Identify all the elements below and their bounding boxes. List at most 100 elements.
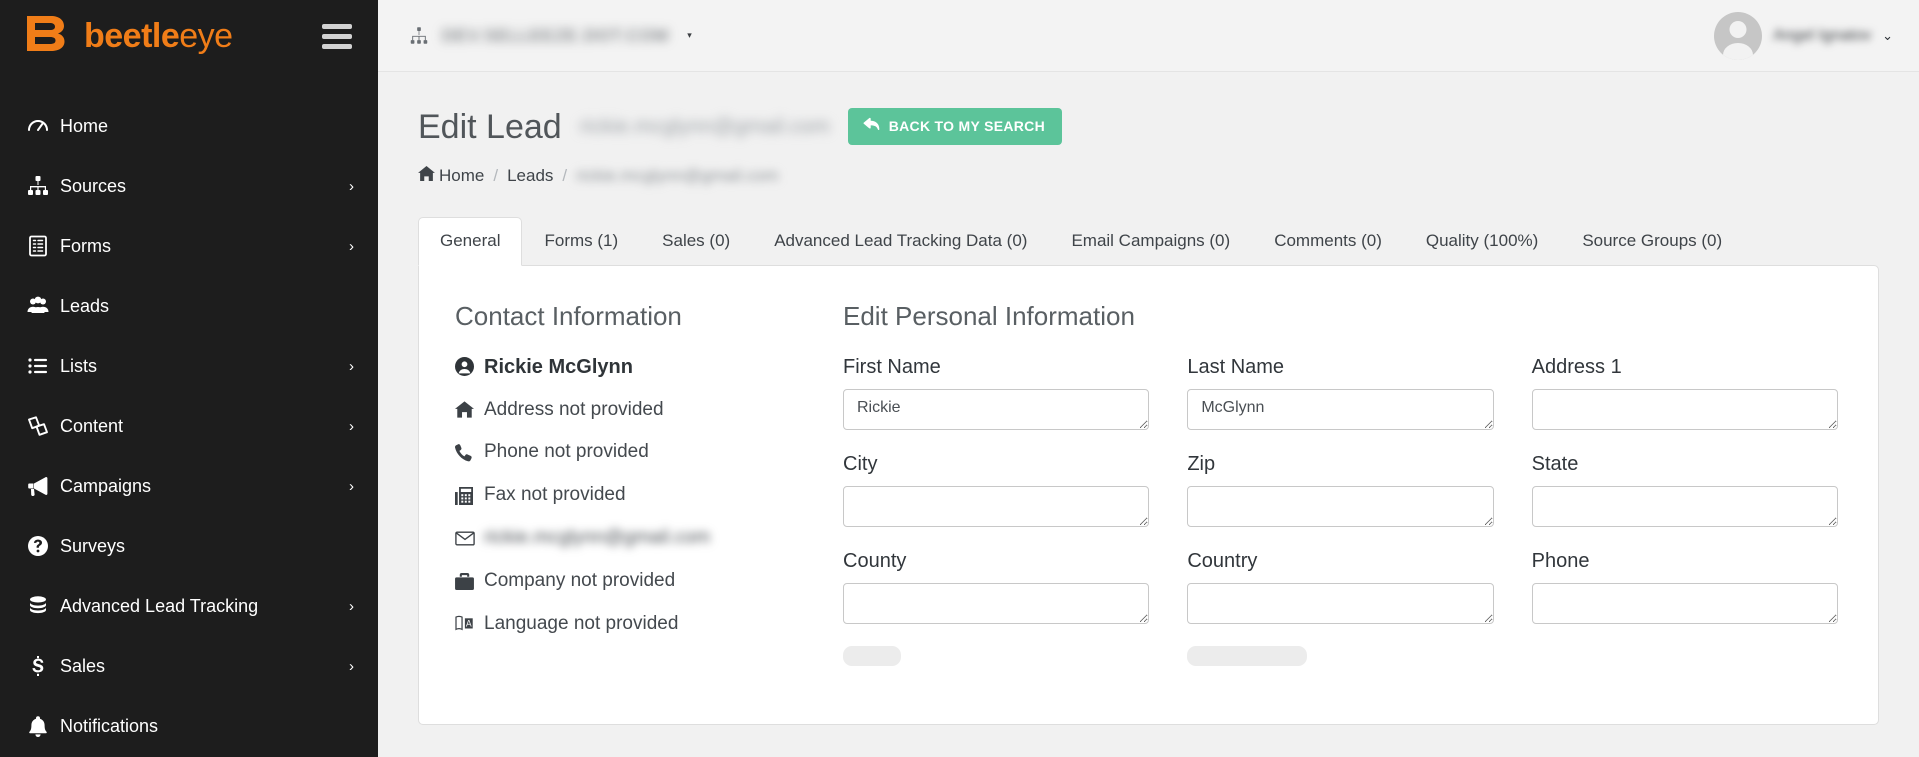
field-label: Zip bbox=[1187, 452, 1216, 475]
state-input[interactable] bbox=[1531, 485, 1838, 527]
envelope-icon bbox=[455, 531, 476, 546]
user-circle-icon bbox=[455, 357, 476, 377]
brand-name-bold: beetle bbox=[84, 17, 180, 55]
sidebar-item-label: Campaigns bbox=[60, 475, 152, 496]
form-document-icon bbox=[26, 234, 60, 258]
hamburger-icon[interactable] bbox=[322, 23, 352, 49]
general-tab-panel: Contact Information Rickie McGlynn Addre… bbox=[418, 265, 1879, 725]
hamburger-bar bbox=[322, 23, 352, 29]
chevron-down-icon: ⌄ bbox=[1882, 27, 1893, 43]
field-label: Address 1 bbox=[1531, 355, 1622, 378]
last-name-input[interactable] bbox=[1187, 388, 1494, 430]
app-root: beetleeye Home Sources › Forms › Leads L… bbox=[0, 0, 1919, 757]
county-input[interactable] bbox=[843, 582, 1150, 624]
tab-forms[interactable]: Forms (1) bbox=[522, 217, 640, 265]
sidebar-item-forms[interactable]: Forms › bbox=[0, 216, 378, 276]
field-label: Last Name bbox=[1187, 355, 1285, 378]
personal-information-form: First Name Last Name Address 1 bbox=[843, 355, 1838, 698]
sidebar-nav: Home Sources › Forms › Leads Lists › Con… bbox=[0, 96, 378, 756]
breadcrumb-separator: / bbox=[562, 166, 568, 185]
country-input[interactable] bbox=[1187, 582, 1494, 624]
chevron-right-icon: › bbox=[349, 417, 354, 435]
sidebar-item-notifications[interactable]: Notifications bbox=[0, 696, 378, 756]
field-next-row-placeholder bbox=[843, 645, 1149, 676]
contact-line-text: Address not provided bbox=[484, 398, 664, 420]
tab-quality[interactable]: Quality (100%) bbox=[1404, 217, 1560, 265]
sidebar-item-sources[interactable]: Sources › bbox=[0, 156, 378, 216]
svg-text:A: A bbox=[466, 620, 472, 630]
sidebar-item-leads[interactable]: Leads bbox=[0, 276, 378, 336]
contact-line-text: Company not provided bbox=[484, 569, 676, 591]
sidebar-item-content[interactable]: Content › bbox=[0, 396, 378, 456]
field-next-row-placeholder bbox=[1187, 645, 1493, 676]
address-1-input[interactable] bbox=[1531, 388, 1838, 430]
sidebar-item-label: Notifications bbox=[60, 715, 159, 736]
city-input[interactable] bbox=[843, 485, 1150, 527]
sidebar-item-label: Content bbox=[60, 415, 124, 436]
contact-line-text: Language not provided bbox=[484, 612, 679, 634]
chevron-right-icon: › bbox=[349, 357, 354, 375]
contact-lead-name: Rickie McGlynn bbox=[455, 355, 817, 379]
chevron-right-icon: › bbox=[349, 177, 354, 195]
sidebar-item-lists[interactable]: Lists › bbox=[0, 336, 378, 396]
hamburger-bar bbox=[322, 33, 352, 39]
page-title: Edit Lead bbox=[418, 107, 562, 146]
org-name: DEV.SELLEEZE.DOT.COM bbox=[442, 25, 670, 45]
fax-icon bbox=[455, 486, 476, 505]
speedometer-icon bbox=[26, 114, 60, 138]
first-name-input[interactable] bbox=[843, 388, 1150, 430]
breadcrumb: Home / Leads / rickie.mcglynn@gmail.com bbox=[418, 166, 1879, 186]
user-name: Angel Ignatov bbox=[1773, 26, 1872, 44]
contact-company: Company not provided bbox=[455, 570, 817, 593]
beetleeye-logo-icon bbox=[24, 13, 70, 59]
top-bar: DEV.SELLEEZE.DOT.COM ▾ Angel Ignatov ⌄ bbox=[378, 0, 1919, 72]
chevron-right-icon: › bbox=[349, 597, 354, 615]
brand-logo[interactable]: beetleeye bbox=[24, 13, 233, 59]
sidebar-item-label: Sales bbox=[60, 655, 106, 676]
contact-line-text: Fax not provided bbox=[484, 484, 626, 506]
field-label: Country bbox=[1187, 549, 1258, 572]
tab-email-campaigns[interactable]: Email Campaigns (0) bbox=[1049, 217, 1252, 265]
sidebar-item-surveys[interactable]: Surveys bbox=[0, 516, 378, 576]
sidebar-item-sales[interactable]: Sales › bbox=[0, 636, 378, 696]
tab-comments[interactable]: Comments (0) bbox=[1252, 217, 1404, 265]
briefcase-icon bbox=[455, 572, 476, 590]
tab-source-groups[interactable]: Source Groups (0) bbox=[1560, 217, 1744, 265]
home-icon bbox=[455, 401, 476, 419]
main-area: DEV.SELLEEZE.DOT.COM ▾ Angel Ignatov ⌄ E… bbox=[378, 0, 1919, 757]
field-label bbox=[1187, 645, 1308, 666]
sidebar-item-label: Forms bbox=[60, 235, 111, 256]
tab-general[interactable]: General bbox=[418, 217, 523, 266]
page-content: Edit Lead rickie.mcglynn@gmail.com BACK … bbox=[378, 72, 1919, 757]
page-title-email: rickie.mcglynn@gmail.com bbox=[579, 115, 830, 138]
undo-arrow-icon bbox=[863, 117, 880, 135]
sidebar-item-advanced-lead-tracking[interactable]: Advanced Lead Tracking › bbox=[0, 576, 378, 636]
sidebar-header: beetleeye bbox=[0, 0, 378, 72]
field-zip: Zip bbox=[1187, 452, 1494, 527]
breadcrumb-separator: / bbox=[493, 166, 499, 185]
sidebar-item-label: Sources bbox=[60, 175, 127, 196]
tab-advanced-lead-tracking-data[interactable]: Advanced Lead Tracking Data (0) bbox=[752, 217, 1049, 265]
bell-icon bbox=[26, 714, 60, 738]
contact-phone: Phone not provided bbox=[455, 441, 817, 464]
user-menu[interactable]: Angel Ignatov ⌄ bbox=[1714, 11, 1893, 60]
field-address-1: Address 1 bbox=[1531, 355, 1838, 430]
contact-line-text: Phone not provided bbox=[484, 441, 649, 463]
panel-columns: Contact Information Rickie McGlynn Addre… bbox=[455, 302, 1838, 698]
zip-input[interactable] bbox=[1187, 485, 1494, 527]
sidebar-item-home[interactable]: Home bbox=[0, 96, 378, 156]
breadcrumb-item-home[interactable]: Home bbox=[418, 166, 484, 186]
back-to-my-search-button[interactable]: BACK TO MY SEARCH bbox=[847, 108, 1062, 145]
field-first-name: First Name bbox=[843, 355, 1150, 430]
sidebar-item-campaigns[interactable]: Campaigns › bbox=[0, 456, 378, 516]
question-circle-icon bbox=[26, 534, 60, 558]
org-selector[interactable]: DEV.SELLEEZE.DOT.COM ▾ bbox=[408, 25, 692, 47]
chevron-right-icon: › bbox=[349, 477, 354, 495]
field-label bbox=[843, 645, 901, 666]
breadcrumb-item-leads[interactable]: Leads bbox=[507, 166, 553, 186]
sidebar-item-label: Advanced Lead Tracking bbox=[60, 595, 259, 616]
phone-input[interactable] bbox=[1531, 582, 1838, 624]
tab-sales[interactable]: Sales (0) bbox=[640, 217, 752, 265]
contact-email: rickie.mcglynn@gmail.com bbox=[455, 527, 817, 550]
home-icon bbox=[418, 166, 435, 181]
